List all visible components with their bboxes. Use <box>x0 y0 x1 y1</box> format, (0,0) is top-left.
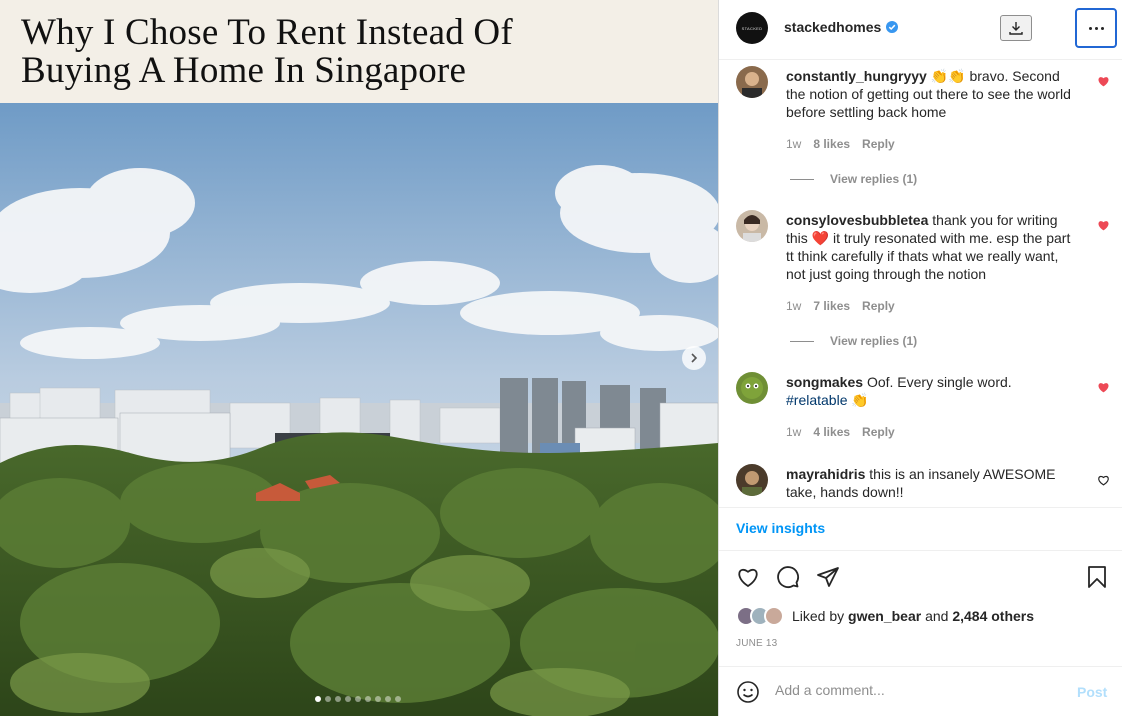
reply-button[interactable]: Reply <box>862 425 895 439</box>
download-button[interactable] <box>1000 15 1032 41</box>
reply-button[interactable]: Reply <box>862 299 895 313</box>
account-name-row: stackedhomes <box>784 19 899 35</box>
reply-button[interactable]: Reply <box>862 137 895 151</box>
comment-time: 1w <box>786 299 802 313</box>
commenter-username[interactable]: constantly_hungryyy <box>786 68 927 84</box>
likes-others-link[interactable]: 2,484 others <box>952 608 1034 624</box>
more-dot-icon <box>1100 26 1104 30</box>
chevron-right-icon <box>691 353 698 363</box>
liker-avatar[interactable] <box>764 606 784 626</box>
comment-text: songmakes Oof. Every single word. #relat… <box>786 373 1076 409</box>
liker-avatars <box>736 606 784 626</box>
comment-text: mayrahidris this is an insanely AWESOME … <box>786 465 1076 501</box>
comment-likes[interactable]: 8 likes <box>813 137 850 151</box>
share-paper-plane-icon[interactable] <box>816 565 840 589</box>
comment-like-heart-icon[interactable] <box>1097 75 1110 88</box>
avatar-photo <box>741 377 763 399</box>
carousel-next-button[interactable] <box>682 346 706 370</box>
hashtag-link[interactable]: #relatable <box>786 392 848 408</box>
post-header: STACKED stackedhomes <box>719 0 1122 60</box>
comment-bubble-icon[interactable] <box>776 565 800 589</box>
carousel-dot <box>385 696 391 702</box>
liked-by-prefix: Liked by <box>792 608 845 624</box>
account-avatar[interactable]: STACKED <box>736 12 768 44</box>
commenter-avatar[interactable] <box>736 210 768 242</box>
post-date: JUNE 13 <box>736 638 778 649</box>
download-icon <box>1009 22 1023 35</box>
view-insights-link[interactable]: View insights <box>736 520 825 536</box>
view-replies-label: View replies (1) <box>830 334 918 348</box>
post-title: Why I Chose To Rent Instead Of Buying A … <box>21 14 513 90</box>
comment-likes[interactable]: 4 likes <box>813 425 850 439</box>
avatar-photo <box>743 215 761 242</box>
more-dot-icon <box>1094 26 1098 30</box>
comment-like-heart-icon[interactable] <box>1097 219 1110 232</box>
account-avatar-text: STACKED <box>741 25 763 31</box>
carousel-dot <box>325 696 331 702</box>
comment-emoji: 👏 <box>851 392 869 408</box>
avatar-photo <box>742 72 762 98</box>
carousel-dot <box>375 696 381 702</box>
post-sidebar: STACKED stackedhomes constantly_hungryyy… <box>718 0 1122 716</box>
likes-summary: Liked by gwen_bear and 2,484 others <box>736 606 1034 626</box>
commenter-avatar[interactable] <box>736 372 768 404</box>
carousel-dot <box>345 696 351 702</box>
post-comment-button[interactable]: Post <box>1077 684 1107 700</box>
carousel-dot <box>365 696 371 702</box>
save-bookmark-icon[interactable] <box>1087 565 1107 589</box>
comment-message: Oof. Every single word. <box>866 374 1012 390</box>
add-comment-input[interactable] <box>775 682 1065 698</box>
divider <box>719 507 1122 508</box>
commenter-avatar[interactable] <box>736 66 768 98</box>
post-title-line-2: Buying A Home In Singapore <box>21 50 467 91</box>
carousel-dot <box>355 696 361 702</box>
carousel-dot <box>315 696 321 702</box>
carousel-dot <box>335 696 341 702</box>
comment-meta: 1w 7 likes Reply <box>786 299 895 313</box>
view-replies-label: View replies (1) <box>830 172 918 186</box>
account-username[interactable]: stackedhomes <box>784 19 881 35</box>
comment-text: constantly_hungryyy 👏👏 bravo. Second the… <box>786 67 1076 121</box>
avatar-photo <box>742 471 762 496</box>
verified-badge-icon <box>886 21 899 33</box>
carousel-indicator <box>315 696 401 702</box>
divider-line <box>790 178 814 180</box>
comments-list[interactable]: constantly_hungryyy 👏👏 bravo. Second the… <box>719 61 1122 507</box>
comment-meta: 1w 8 likes Reply <box>786 137 895 151</box>
divider-line <box>790 340 814 342</box>
post-media: Why I Chose To Rent Instead Of Buying A … <box>0 0 718 716</box>
post-photo <box>0 103 718 716</box>
commenter-username[interactable]: mayrahidris <box>786 466 865 482</box>
liked-by-and: and <box>925 608 949 624</box>
liker-username[interactable]: gwen_bear <box>848 608 921 624</box>
like-heart-icon[interactable] <box>736 565 760 589</box>
divider <box>719 666 1122 667</box>
comment-like-heart-icon[interactable] <box>1097 381 1110 394</box>
carousel-dot <box>395 696 401 702</box>
comment-time: 1w <box>786 425 802 439</box>
post-actions <box>736 565 840 589</box>
post-title-band: Why I Chose To Rent Instead Of Buying A … <box>0 0 718 103</box>
more-options-button[interactable] <box>1075 8 1117 48</box>
comment-time: 1w <box>786 137 802 151</box>
commenter-username[interactable]: consylovesbubbletea <box>786 212 928 228</box>
likes-text: Liked by gwen_bear and 2,484 others <box>792 608 1034 624</box>
view-replies-button[interactable]: View replies (1) <box>790 172 917 186</box>
divider <box>719 550 1122 551</box>
view-replies-button[interactable]: View replies (1) <box>790 334 917 348</box>
comment-meta: 1w 4 likes Reply <box>786 425 895 439</box>
commenter-avatar[interactable] <box>736 464 768 496</box>
more-dot-icon <box>1088 26 1092 30</box>
comment-text: consylovesbubbletea thank you for writin… <box>786 211 1076 283</box>
comment-like-heart-outline-icon[interactable] <box>1097 474 1110 487</box>
comment-likes[interactable]: 7 likes <box>813 299 850 313</box>
post-title-line-1: Why I Chose To Rent Instead Of <box>21 12 513 53</box>
emoji-smiley-icon[interactable] <box>736 680 760 704</box>
commenter-username[interactable]: songmakes <box>786 374 863 390</box>
